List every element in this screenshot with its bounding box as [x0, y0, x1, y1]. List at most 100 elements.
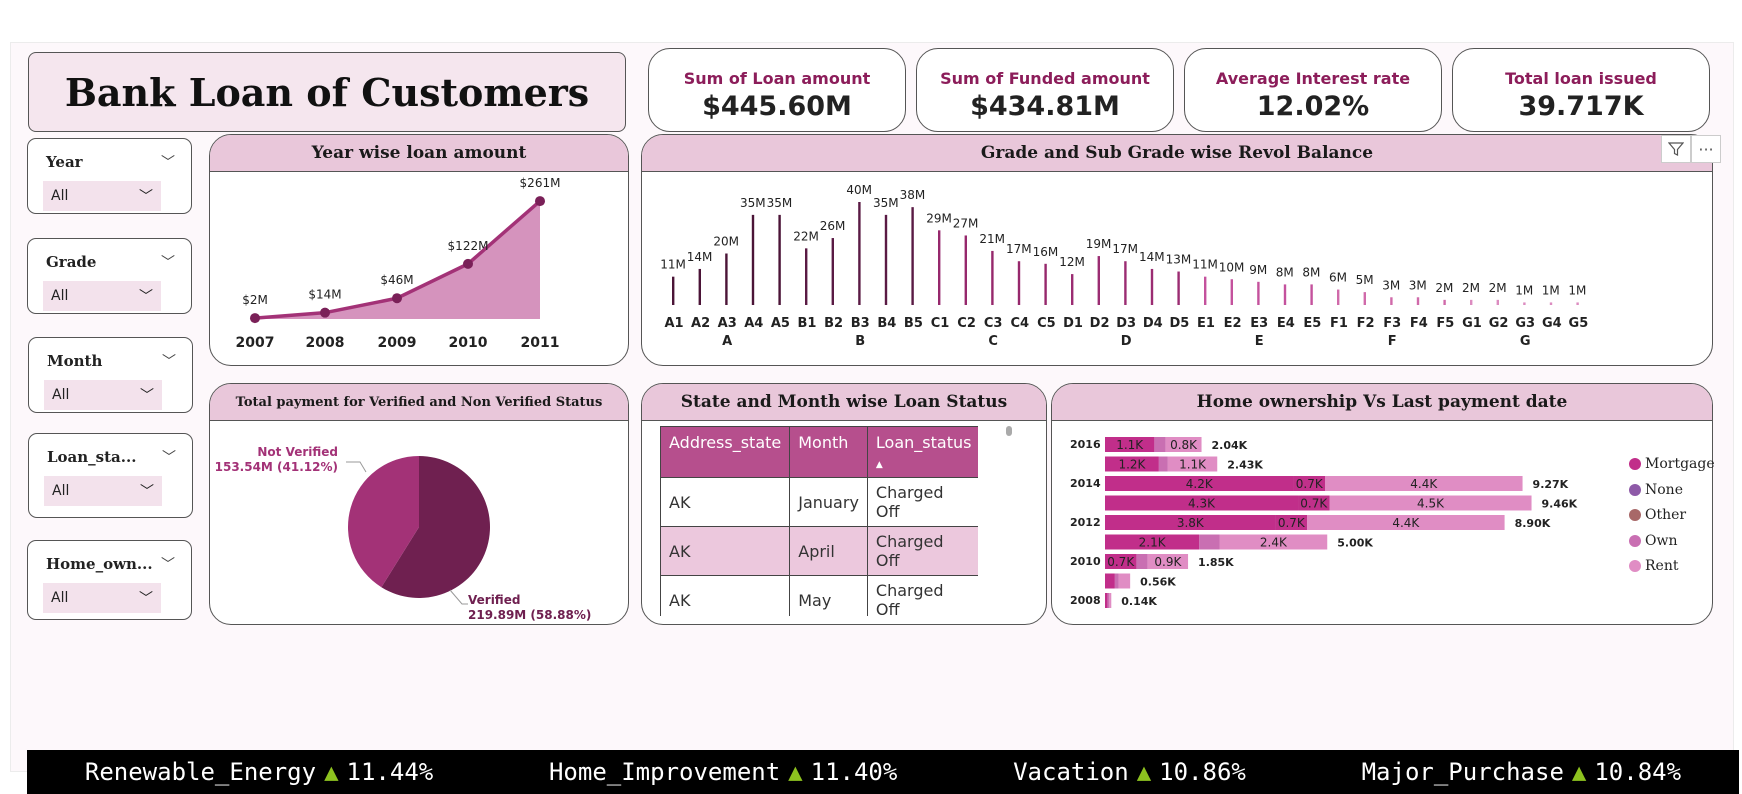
segment-label: 4.4K [1392, 516, 1420, 530]
data-label: 8M [1276, 265, 1294, 279]
x-group-label: B [855, 334, 865, 349]
triangle-up-icon: ▲ [1136, 758, 1152, 786]
bar[interactable] [725, 253, 728, 306]
bar[interactable] [1124, 261, 1127, 305]
slicer-dropdown[interactable]: All ﹀ [43, 181, 161, 211]
data-point[interactable] [250, 313, 260, 324]
bar[interactable] [884, 214, 888, 305]
bar-segment[interactable] [1105, 573, 1115, 589]
legend-item[interactable]: Rent [1629, 558, 1678, 574]
legend-item[interactable]: None [1629, 482, 1683, 498]
legend-item[interactable]: Own [1629, 533, 1677, 549]
bar[interactable] [778, 214, 781, 305]
bar[interactable] [1523, 302, 1526, 305]
slicer-dropdown[interactable]: All ﹀ [43, 281, 161, 311]
data-label: 35M [873, 196, 899, 210]
x-tick-label: G4 [1542, 316, 1562, 331]
bar[interactable] [938, 230, 941, 305]
table-row[interactable]: AK May Charged Off [660, 575, 978, 616]
bar-segment[interactable] [1105, 593, 1108, 608]
bar[interactable] [1470, 299, 1473, 305]
bar[interactable] [1363, 292, 1366, 305]
table-row[interactable]: AK April Charged Off [660, 526, 978, 576]
bar[interactable] [1017, 261, 1021, 305]
column-header-address-state[interactable]: Address_state [660, 426, 791, 478]
bar[interactable] [1416, 297, 1420, 305]
bar[interactable] [1283, 284, 1287, 305]
bar[interactable] [1310, 284, 1313, 305]
data-label: 2M [1462, 281, 1480, 295]
slicer-dropdown[interactable]: All ﹀ [43, 583, 161, 613]
bar[interactable] [1097, 256, 1100, 305]
legend-label: Rent [1645, 558, 1679, 574]
bar[interactable] [911, 207, 914, 305]
x-tick-label: G5 [1569, 316, 1589, 331]
more-options-icon[interactable]: ··· [1691, 135, 1721, 163]
grade-chart-title: Grade and Sub Grade wise Revol Balance [642, 135, 1712, 172]
bar-segment[interactable] [1118, 573, 1131, 589]
data-point[interactable] [463, 258, 473, 269]
dashboard-title: Bank Loan of Customers [64, 69, 590, 115]
legend-item[interactable]: Mortgage [1629, 456, 1715, 472]
bar[interactable] [1549, 302, 1553, 305]
data-point[interactable] [535, 196, 545, 207]
bar[interactable] [858, 202, 861, 305]
filter-icon[interactable] [1661, 135, 1691, 163]
slicer-home-ownership[interactable]: Home_own... ﹀ All ﹀ [27, 540, 192, 620]
bar[interactable] [991, 250, 994, 305]
bar[interactable] [698, 268, 701, 305]
table-scrollbar[interactable] [1006, 426, 1012, 436]
bar[interactable] [1337, 289, 1340, 305]
bar[interactable] [1443, 299, 1446, 305]
x-tick-label: D4 [1143, 316, 1163, 331]
home-stacked-bar-chart: 1.1K 0.8K 2.04K 1.2K 1.1K 2.43K 4.2K 0.7K 4.4K 9.… [1070, 437, 1578, 608]
bar-segment[interactable] [1114, 573, 1119, 589]
slice-name-label: Verified [468, 593, 520, 607]
bar[interactable] [1257, 281, 1260, 305]
bar-segment[interactable] [1107, 593, 1110, 608]
bar[interactable] [1044, 263, 1047, 305]
bar[interactable] [964, 235, 967, 305]
data-point[interactable] [320, 307, 330, 318]
bar[interactable] [672, 276, 675, 305]
slicer-month[interactable]: Month ﹀ All ﹀ [28, 337, 193, 413]
x-tick-label: C2 [957, 316, 976, 331]
status-table-title: State and Month wise Loan Status [642, 384, 1046, 421]
slicer-loan-status[interactable]: Loan_sta... ﹀ All ﹀ [28, 433, 193, 518]
chevron-down-icon[interactable]: ﹀ [161, 554, 175, 574]
bar-segment[interactable] [1199, 534, 1220, 550]
slicer-year[interactable]: Year ﹀ All ﹀ [27, 138, 192, 214]
column-header-month[interactable]: Month [789, 426, 868, 478]
bar[interactable] [831, 238, 834, 305]
category-ticker: Renewable_Energy ▲ 11.44% Home_Improvement ▲… [27, 750, 1739, 794]
bar[interactable] [751, 214, 755, 305]
slicer-dropdown[interactable]: All ﹀ [44, 476, 162, 506]
bar-segment[interactable] [1136, 554, 1148, 569]
chevron-down-icon[interactable]: ﹀ [162, 351, 176, 371]
bar-segment[interactable] [1109, 593, 1112, 608]
bar[interactable] [1071, 274, 1074, 305]
bar-segment[interactable] [1158, 456, 1168, 472]
bar[interactable] [805, 248, 808, 305]
legend-item[interactable]: Other [1629, 507, 1686, 523]
bar[interactable] [1496, 299, 1499, 305]
bar-segment[interactable] [1154, 437, 1166, 452]
column-header-loan-status[interactable]: Loan_status ▲ [866, 426, 978, 478]
x-tick-label: C3 [984, 316, 1003, 331]
bar[interactable] [1390, 297, 1393, 305]
bar[interactable] [1576, 302, 1579, 305]
slicer-grade[interactable]: Grade ﹀ All ﹀ [27, 238, 192, 314]
data-point[interactable] [392, 293, 402, 304]
chevron-down-icon[interactable]: ﹀ [161, 152, 175, 172]
slicer-dropdown[interactable]: All ﹀ [44, 380, 162, 410]
table-row[interactable]: AK January Charged Off [660, 477, 978, 527]
bar[interactable] [1230, 279, 1233, 305]
chevron-down-icon[interactable]: ﹀ [162, 447, 176, 467]
chevron-down-icon[interactable]: ﹀ [161, 252, 175, 272]
x-tick-label: G2 [1489, 316, 1509, 331]
bar[interactable] [1177, 271, 1180, 305]
data-label: 3M [1409, 278, 1427, 292]
bar[interactable] [1150, 268, 1154, 305]
status-table-viewport[interactable]: Address_state Month Loan_status ▲ AK Janua… [660, 426, 978, 616]
bar[interactable] [1204, 276, 1207, 305]
